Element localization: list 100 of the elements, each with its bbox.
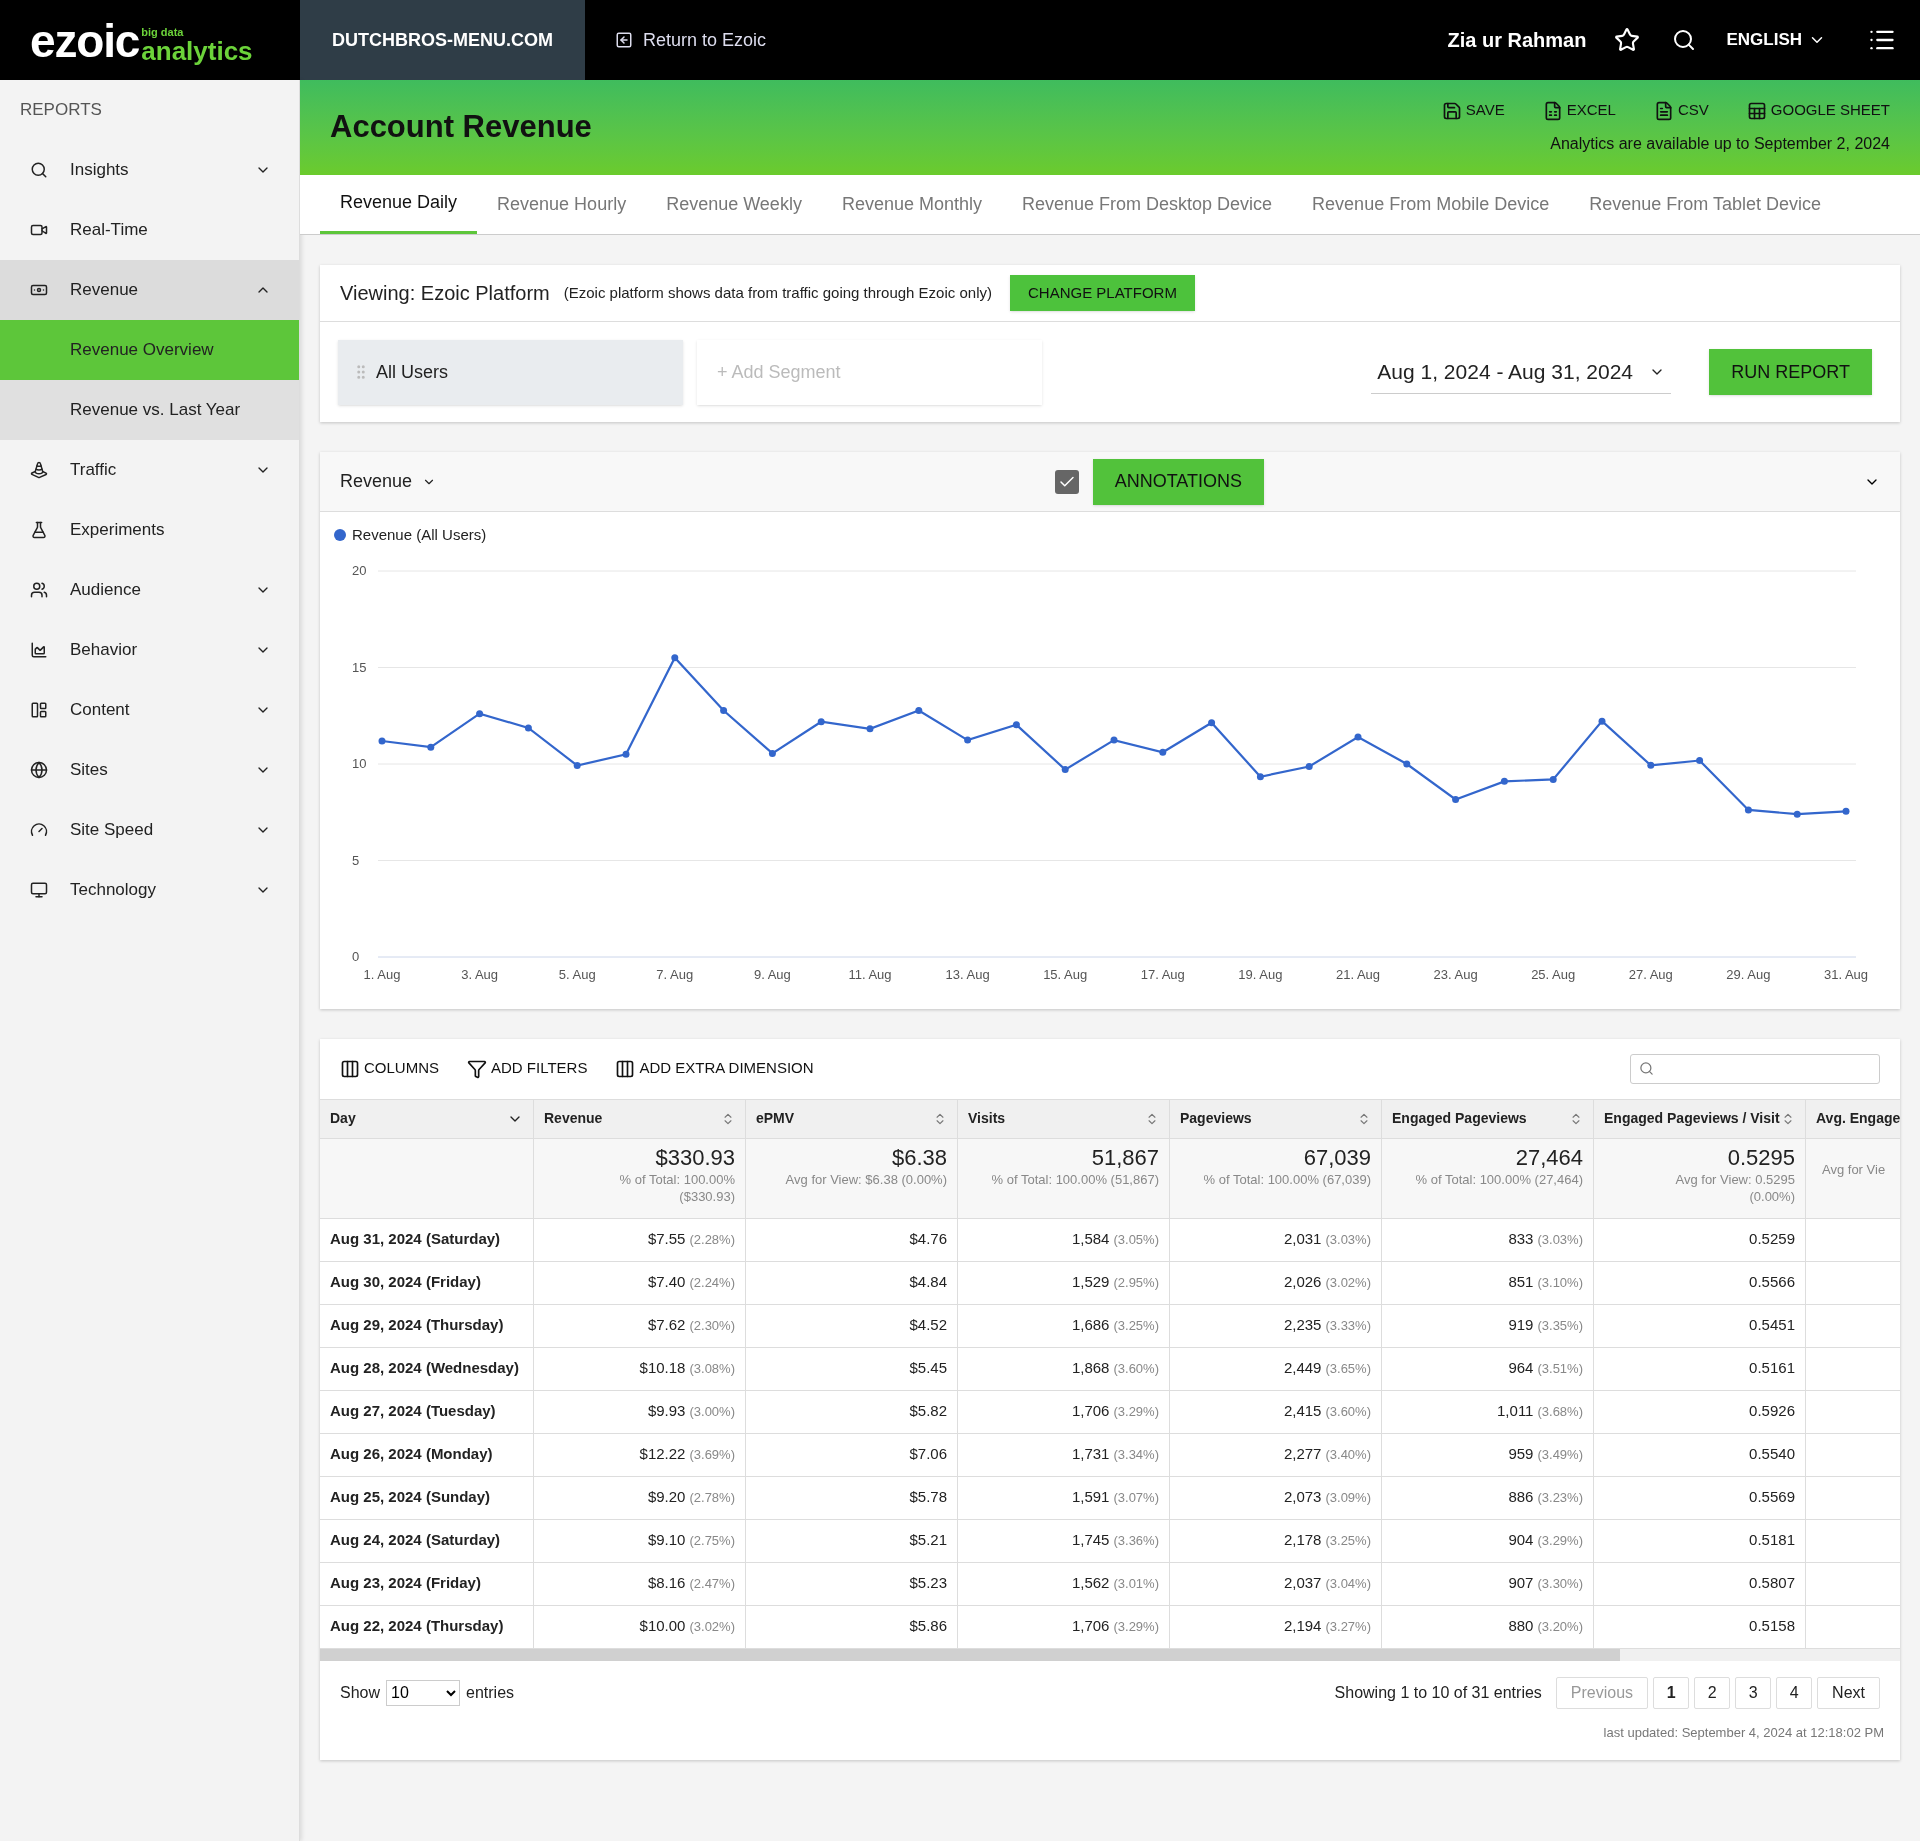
data-point: [378, 737, 386, 745]
column-header[interactable]: Engaged Pageviews: [1382, 1099, 1594, 1138]
data-point: [1061, 765, 1069, 773]
data-point: [1744, 805, 1752, 813]
table-cell: 904 (3.29%): [1382, 1519, 1594, 1562]
column-header[interactable]: Visits: [958, 1099, 1170, 1138]
day-cell: Aug 28, 2024 (Wednesday): [320, 1347, 534, 1390]
logo-wordmark: ezoic: [30, 18, 140, 64]
column-header[interactable]: ePMV: [746, 1099, 958, 1138]
data-point: [964, 736, 972, 744]
total-cell: 51,867 % of Total: 100.00% (51,867): [958, 1138, 1170, 1218]
table-cell: 0.5451: [1594, 1304, 1806, 1347]
total-cell: Avg for Vie: [1806, 1138, 1900, 1218]
x-tick-label: 1. Aug: [363, 966, 401, 982]
pagination-button[interactable]: Next: [1817, 1676, 1880, 1709]
sidebar-subitem[interactable]: Revenue Overview: [0, 320, 299, 380]
column-header[interactable]: Engaged Pageviews / Visit: [1594, 1099, 1806, 1138]
x-tick-label: 3. Aug: [461, 966, 499, 982]
data-point: [1500, 777, 1508, 785]
table-cell: 833 (3.03%): [1382, 1218, 1594, 1261]
annotations-button[interactable]: ANNOTATIONS: [1092, 458, 1264, 505]
toolbar-button[interactable]: ADD FILTERS: [467, 1057, 588, 1080]
availability-note: Analytics are available up to September 2, 2024: [1550, 133, 1890, 154]
report-tab[interactable]: Revenue From Mobile Device: [1292, 174, 1570, 234]
table-cell: 2,037 (3.04%): [1170, 1562, 1382, 1605]
x-tick-label: 21. Aug: [1335, 966, 1381, 982]
pagination-button[interactable]: 3: [1735, 1676, 1772, 1709]
report-tab[interactable]: Revenue Weekly: [646, 174, 822, 234]
column-header[interactable]: Day: [320, 1099, 534, 1138]
legend-label[interactable]: Revenue (All Users): [352, 524, 487, 547]
x-tick-label: 7. Aug: [656, 966, 694, 982]
search-icon[interactable]: [1672, 28, 1697, 52]
table-cell: 0.5566: [1594, 1261, 1806, 1304]
table-cell: $7.62 (2.30%): [534, 1304, 746, 1347]
data-point: [915, 706, 923, 714]
change-platform-button[interactable]: CHANGE PLATFORM: [1009, 275, 1195, 311]
star-icon[interactable]: [1614, 27, 1641, 53]
area-chart-icon: [30, 641, 48, 659]
language-dropdown[interactable]: ENGLISH: [1726, 27, 1826, 53]
table-cell: 0.5926: [1594, 1390, 1806, 1433]
toolbar-button[interactable]: COLUMNS: [340, 1057, 439, 1080]
show-label: Show: [340, 1682, 381, 1703]
y-tick-label: 20: [352, 562, 367, 578]
report-tab[interactable]: Revenue Hourly: [477, 174, 647, 234]
sidebar-item[interactable]: Traffic: [0, 440, 299, 500]
return-link[interactable]: Return to Ezoic: [615, 26, 767, 54]
metric-dropdown[interactable]: Revenue: [340, 468, 437, 495]
back-icon: [615, 31, 633, 49]
date-range-picker[interactable]: Aug 1, 2024 - Aug 31, 2024: [1371, 350, 1672, 394]
export-button[interactable]: CSV: [1653, 99, 1709, 122]
column-header[interactable]: Revenue: [534, 1099, 746, 1138]
report-tab[interactable]: Revenue From Tablet Device: [1569, 174, 1841, 234]
pagination-button[interactable]: 4: [1776, 1676, 1813, 1709]
annotations-checkbox[interactable]: [1054, 469, 1079, 494]
table-cell: 2,178 (3.25%): [1170, 1519, 1382, 1562]
sidebar-item[interactable]: Experiments: [0, 500, 299, 560]
export-button[interactable]: GOOGLE SHEET: [1746, 99, 1890, 122]
table-cell: 2,415 (3.60%): [1170, 1390, 1382, 1433]
sidebar-item[interactable]: Behavior: [0, 620, 299, 680]
pagination-button[interactable]: 1: [1653, 1676, 1690, 1709]
data-point: [573, 761, 581, 769]
column-header[interactable]: Pageviews: [1170, 1099, 1382, 1138]
site-tab[interactable]: DUTCHBROS-MENU.COM: [300, 0, 585, 80]
sidebar-item[interactable]: Technology: [0, 860, 299, 920]
column-header[interactable]: Avg. Engage: [1806, 1099, 1900, 1138]
data-point: [1842, 807, 1850, 815]
y-tick-label: 15: [352, 659, 367, 674]
sidebar-subitem[interactable]: Revenue vs. Last Year: [0, 380, 299, 440]
total-cell: 67,039 % of Total: 100.00% (67,039): [1170, 1138, 1382, 1218]
sidebar-item[interactable]: Content: [0, 680, 299, 740]
sidebar-item[interactable]: Real-Time: [0, 200, 299, 260]
table-cell: 0.5540: [1594, 1433, 1806, 1476]
table-cell: $7.06: [746, 1433, 958, 1476]
table-cell: $4.76: [746, 1218, 958, 1261]
sidebar-item[interactable]: Sites: [0, 740, 299, 800]
page-size-select[interactable]: 10: [386, 1679, 461, 1706]
data-point: [768, 749, 776, 757]
sidebar-item[interactable]: Insights: [0, 140, 299, 200]
export-button[interactable]: SAVE: [1441, 99, 1505, 122]
sidebar-item[interactable]: Audience: [0, 560, 299, 620]
run-report-button[interactable]: RUN REPORT: [1709, 349, 1872, 395]
sidebar-item[interactable]: Revenue: [0, 260, 299, 320]
user-name[interactable]: Zia ur Rahman: [1447, 25, 1587, 55]
table-cell: $5.82: [746, 1390, 958, 1433]
report-tab[interactable]: Revenue From Desktop Device: [1002, 174, 1293, 234]
sidebar-item[interactable]: Site Speed: [0, 800, 299, 860]
table-cell: $5.23: [746, 1562, 958, 1605]
export-button[interactable]: EXCEL: [1542, 99, 1616, 122]
report-tab[interactable]: Revenue Monthly: [821, 174, 1002, 234]
pagination-button[interactable]: 2: [1694, 1676, 1731, 1709]
report-tab[interactable]: Revenue Daily: [320, 174, 478, 234]
users-icon: [30, 581, 48, 599]
add-segment-field[interactable]: + Add Segment: [697, 339, 1042, 405]
data-point: [1403, 760, 1411, 767]
toolbar-button[interactable]: ADD EXTRA DIMENSION: [615, 1057, 814, 1080]
table-cell: 0.5181: [1594, 1519, 1806, 1562]
table-search-field[interactable]: [1630, 1053, 1880, 1084]
data-point: [1159, 748, 1167, 756]
segment-chip[interactable]: All Users: [338, 339, 683, 405]
table-cell: 2,449 (3.65%): [1170, 1347, 1382, 1390]
